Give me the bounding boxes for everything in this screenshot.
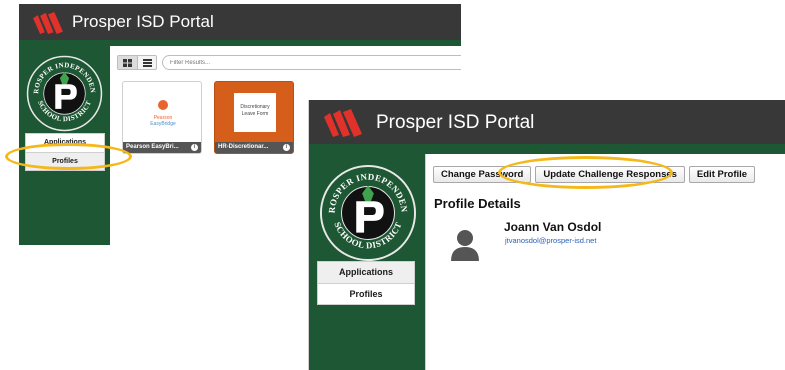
nav-profiles[interactable]: Profiles <box>26 152 104 170</box>
pearson-icon <box>158 100 168 110</box>
nav-applications[interactable]: Applications <box>26 134 104 152</box>
update-challenge-responses-button[interactable]: Update Challenge Responses <box>535 166 685 183</box>
sidebar: PROSPER INDEPENDENT SCHOOL DISTRICT Appl… <box>19 46 110 245</box>
avatar-icon <box>451 230 479 261</box>
prosper-logo-icon <box>33 12 63 34</box>
app-tile-pearson[interactable]: Pearson EasyBridge Pearson EasyBri... i <box>122 81 202 154</box>
list-view-button[interactable] <box>137 56 156 69</box>
nav-applications[interactable]: Applications <box>318 262 414 283</box>
user-email[interactable]: jtvanosdol@prosper-isd.net <box>505 236 596 245</box>
portal-title: Prosper ISD Portal <box>376 112 535 133</box>
profile-toolbar: Change Password Update Challenge Respons… <box>433 166 756 183</box>
grid-icon <box>123 58 132 67</box>
pearson-logo: Pearson EasyBridge <box>145 97 181 127</box>
filter-input[interactable] <box>162 55 461 70</box>
view-toggle <box>117 55 157 70</box>
header-bar: Prosper ISD Portal <box>19 4 461 40</box>
app-thumbnail: Discretionary Leave Form <box>215 82 293 144</box>
sidebar-nav: Applications Profiles <box>25 133 105 171</box>
change-password-button[interactable]: Change Password <box>433 166 532 183</box>
district-seal: PROSPER INDEPENDENT SCHOOL DISTRICT <box>319 164 417 262</box>
prosper-logo-icon <box>324 109 362 137</box>
info-icon[interactable]: i <box>191 144 198 151</box>
app-thumbnail: Pearson EasyBridge <box>123 82 201 144</box>
user-name: Joann Van Osdol <box>504 220 602 234</box>
leave-form-text-line1: Discretionary <box>240 104 270 110</box>
profile-window: Prosper ISD Portal PROSPER INDEPENDENT S… <box>308 100 785 370</box>
app-tile-caption: HR-Discretionar... <box>215 142 293 153</box>
district-seal: PROSPER INDEPENDENT SCHOOL DISTRICT <box>26 55 103 132</box>
header-bar: Prosper ISD Portal <box>309 100 785 144</box>
list-icon <box>142 58 152 67</box>
portal-title: Prosper ISD Portal <box>72 12 214 31</box>
info-icon[interactable]: i <box>283 144 290 151</box>
leave-form-text-line2: Leave Form <box>241 111 269 117</box>
edit-profile-button[interactable]: Edit Profile <box>688 166 756 183</box>
nav-profiles[interactable]: Profiles <box>318 283 414 304</box>
sidebar-nav: Applications Profiles <box>317 261 415 305</box>
profile-content: Change Password Update Challenge Respons… <box>425 154 785 370</box>
header-accent <box>309 144 785 154</box>
app-tile-hr-discretionary[interactable]: Discretionary Leave Form HR-Discretionar… <box>214 81 294 154</box>
grid-view-button[interactable] <box>118 56 137 69</box>
pearson-logo-subtext: EasyBridge <box>150 121 176 127</box>
section-title: Profile Details <box>434 196 521 211</box>
leave-form-card: Discretionary Leave Form <box>234 93 276 132</box>
sidebar: PROSPER INDEPENDENT SCHOOL DISTRICT Appl… <box>309 154 425 370</box>
app-tile-caption: Pearson EasyBri... <box>123 142 201 153</box>
